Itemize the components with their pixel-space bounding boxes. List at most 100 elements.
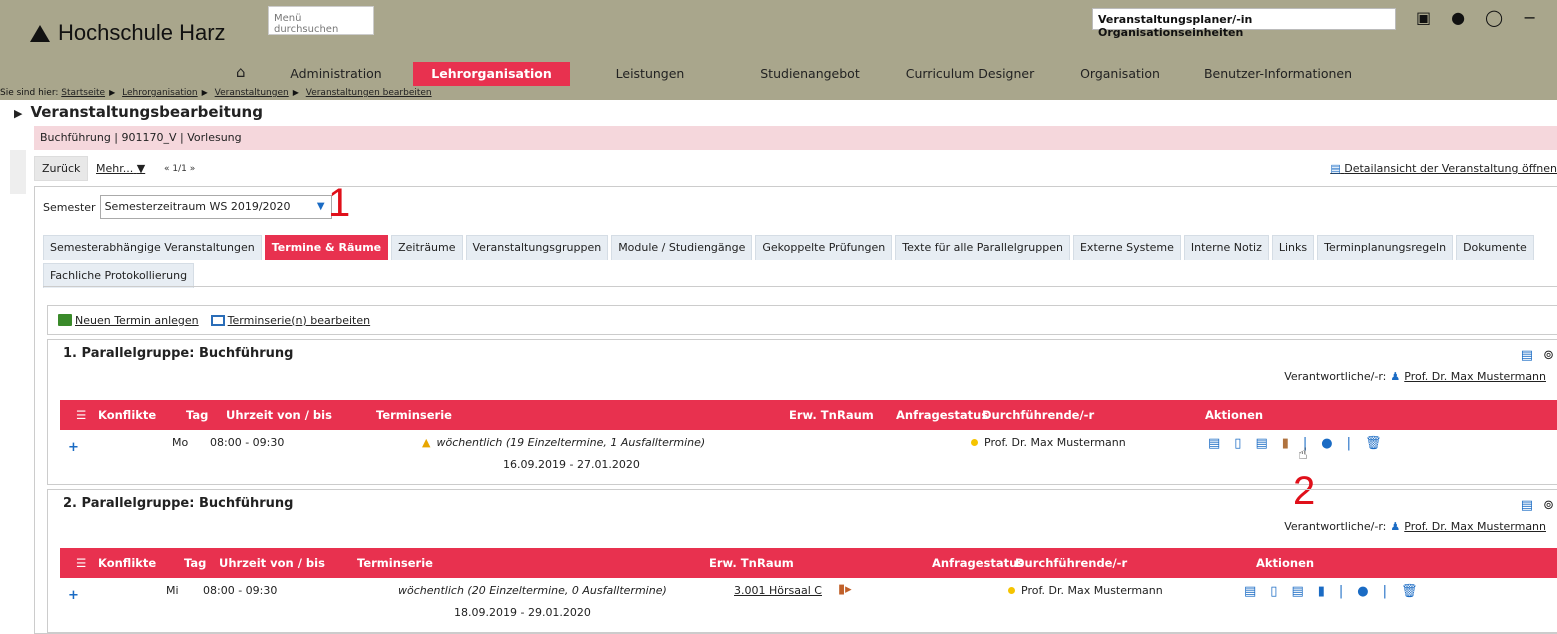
responsible-row: Verantwortliche/-r: ♟ Prof. Dr. Max Must… [1284, 520, 1546, 533]
trash-icon[interactable]: 🗑 [1401, 584, 1418, 599]
breadcrumb-lehrorganisation[interactable]: Lehrorganisation [122, 88, 198, 98]
expand-row-icon[interactable]: + [68, 440, 79, 455]
document-icon[interactable]: ▯ [1270, 584, 1277, 599]
new-appointment-label: Neuen Termin anlegen [75, 313, 199, 327]
person-icon[interactable]: ● [1321, 436, 1332, 451]
col-tag: Tag [184, 556, 207, 570]
nav-item-organisation[interactable]: Organisation [1065, 62, 1175, 86]
sort-icon[interactable]: ☰ [76, 556, 86, 570]
nav-item-leistungen[interactable]: Leistungen [590, 62, 710, 86]
col-raum: Raum [837, 408, 874, 422]
breadcrumb-veranstaltungen[interactable]: Veranstaltungen [215, 88, 289, 98]
more-menu[interactable]: Mehr... ▼ [96, 162, 145, 175]
menu-search-input[interactable]: Menü durchsuchen [268, 6, 374, 35]
action-bar: Neuen Termin anlegen Terminserie(n) bear… [47, 305, 1557, 335]
list-view-icon[interactable]: ▤ [1521, 498, 1533, 513]
semester-select[interactable]: Semesterzeitraum WS 2019/2020 ▼ [99, 195, 332, 219]
chevron-down-icon: ▼ [316, 201, 325, 212]
person-icon[interactable]: ● [1357, 584, 1368, 599]
expand-row-icon[interactable]: + [68, 588, 79, 603]
group-title: 1. Parallelgruppe: Buchführung [63, 346, 294, 361]
row-raum-link[interactable]: 3.001 Hörsaal C [734, 584, 822, 597]
tab-gekoppelte-pruefungen[interactable]: Gekoppelte Prüfungen [755, 235, 893, 260]
tab-semesterabhaengige[interactable]: Semesterabhängige Veranstaltungen [43, 235, 262, 260]
parallel-group-2: 2. Parallelgruppe: Buchführung ▤ ⊚ Veran… [47, 489, 1557, 633]
list-view-icon[interactable]: ▤ [1521, 348, 1533, 363]
edit-series-label: Terminserie(n) bearbeiten [227, 313, 371, 327]
document-icon[interactable]: ▯ [1234, 436, 1241, 451]
group-icons: ▤ ⊚ [1521, 348, 1554, 363]
page-title-text: Veranstaltungsbearbeitung [30, 103, 263, 121]
col-anfragestatus: Anfragestatus [896, 408, 989, 422]
chat-icon[interactable]: ◯ [1485, 8, 1503, 28]
breadcrumb-veranstaltungen-bearbeiten[interactable]: Veranstaltungen bearbeiten [306, 88, 432, 98]
sort-icon[interactable]: ☰ [76, 408, 86, 422]
page-title[interactable]: ▶ Veranstaltungsbearbeitung [14, 103, 263, 121]
tab-interne-notiz[interactable]: Interne Notiz [1183, 235, 1269, 260]
calendar-add-icon [58, 314, 72, 326]
table-header: ☰ Konflikte Tag Uhrzeit von / bis Termin… [60, 548, 1557, 578]
row-terminserie[interactable]: ▲ wöchentlich (19 Einzeltermine, 1 Ausfal… [422, 436, 705, 449]
row-terminserie-text: wöchentlich (19 Einzeltermine, 1 Ausfall… [436, 436, 706, 449]
notes-icon[interactable]: ▤ [1255, 436, 1267, 451]
tab-fachliche-protokollierung[interactable]: Fachliche Protokollierung [43, 263, 195, 288]
tab-links[interactable]: Links [1271, 235, 1315, 260]
nav-item-benutzer-informationen[interactable]: Benutzer-Informationen [1198, 62, 1358, 86]
tab-terminplanungsregeln[interactable]: Terminplanungsregeln [1317, 235, 1454, 260]
list-icon[interactable]: ▤ [1244, 584, 1256, 599]
id-card-icon[interactable]: ▣ [1416, 8, 1431, 28]
tab-zeitraeume[interactable]: Zeiträume [391, 235, 463, 260]
col-aktionen: Aktionen [1256, 556, 1315, 570]
responsible-label: Verantwortliche/-r: [1284, 370, 1387, 383]
separator-icon: | [1338, 584, 1344, 599]
logo[interactable]: Hochschule Harz [30, 20, 226, 46]
trash-icon[interactable]: 🗑 [1365, 436, 1382, 451]
notes-icon[interactable]: ▤ [1291, 584, 1303, 599]
col-anfragestatus: Anfragestatus [932, 556, 1025, 570]
nav-item-lehrorganisation[interactable]: Lehrorganisation [413, 62, 570, 86]
room-request-icon[interactable]: ▮ [1282, 436, 1289, 451]
col-tag: Tag [186, 408, 209, 422]
logo-text: Hochschule Harz [58, 20, 226, 45]
edit-series-link[interactable]: Terminserie(n) bearbeiten [210, 313, 371, 327]
row-range: 18.09.2019 - 29.01.2020 [454, 606, 591, 619]
collapse-arrow-icon[interactable]: ▶ [14, 107, 22, 120]
tab-externe-systeme[interactable]: Externe Systeme [1072, 235, 1181, 260]
collapse-up-icon[interactable]: ⊚ [1543, 348, 1554, 363]
new-appointment-link[interactable]: Neuen Termin anlegen [58, 313, 199, 327]
row-person-text: Prof. Dr. Max Mustermann [1021, 584, 1163, 597]
tab-bar: Semesterabhängige Veranstaltungen Termin… [43, 235, 1553, 288]
semester-row: Semester Semesterzeitraum WS 2019/2020 ▼ [43, 195, 332, 219]
collapse-up-icon[interactable]: ⊚ [1543, 498, 1554, 513]
first-page-icon[interactable]: « [164, 164, 170, 174]
responsible-link[interactable]: Prof. Dr. Max Mustermann [1404, 520, 1546, 533]
row-range: 16.09.2019 - 27.01.2020 [503, 458, 640, 471]
tab-veranstaltungsgruppen[interactable]: Veranstaltungsgruppen [465, 235, 609, 260]
nav-item-studienangebot[interactable]: Studienangebot [740, 62, 880, 86]
user-icon[interactable]: ● [1451, 8, 1465, 28]
last-page-icon[interactable]: » [190, 164, 196, 174]
tab-termine-raeume[interactable]: Termine & Räume [264, 235, 389, 260]
nav-item-curriculum-designer[interactable]: Curriculum Designer [895, 62, 1045, 86]
home-icon[interactable]: ⌂ [236, 63, 246, 81]
responsible-link[interactable]: Prof. Dr. Max Mustermann [1404, 370, 1546, 383]
room-request-icon[interactable]: ▮ [1318, 584, 1325, 599]
room-exit-icon[interactable]: ▮▸ [838, 582, 852, 597]
breadcrumb-startseite[interactable]: Startseite [61, 88, 105, 98]
tab-dokumente[interactable]: Dokumente [1456, 235, 1534, 260]
detail-view-link[interactable]: ▤ Detailansicht der Veranstaltung öffnen [1330, 162, 1557, 175]
annotation-1: 1 [328, 181, 351, 225]
minimize-icon[interactable]: − [1523, 8, 1536, 28]
table-header: ☰ Konflikte Tag Uhrzeit von / bis Termin… [60, 400, 1557, 430]
row-person: Prof. Dr. Max Mustermann [1008, 584, 1163, 597]
role-selector[interactable]: Veranstaltungsplaner/-in Organisationsei… [1092, 8, 1396, 39]
back-button[interactable]: Zurück [34, 156, 88, 181]
row-terminserie[interactable]: wöchentlich (20 Einzeltermine, 0 Ausfall… [398, 584, 667, 597]
nav-item-administration[interactable]: Administration [268, 62, 404, 86]
tab-texte[interactable]: Texte für alle Parallelgruppen [895, 235, 1070, 260]
detail-view-icon: ▤ [1330, 162, 1341, 175]
row-tag: Mo [172, 436, 189, 449]
list-icon[interactable]: ▤ [1208, 436, 1220, 451]
col-terminserie: Terminserie [376, 408, 452, 422]
tab-module[interactable]: Module / Studiengänge [611, 235, 753, 260]
